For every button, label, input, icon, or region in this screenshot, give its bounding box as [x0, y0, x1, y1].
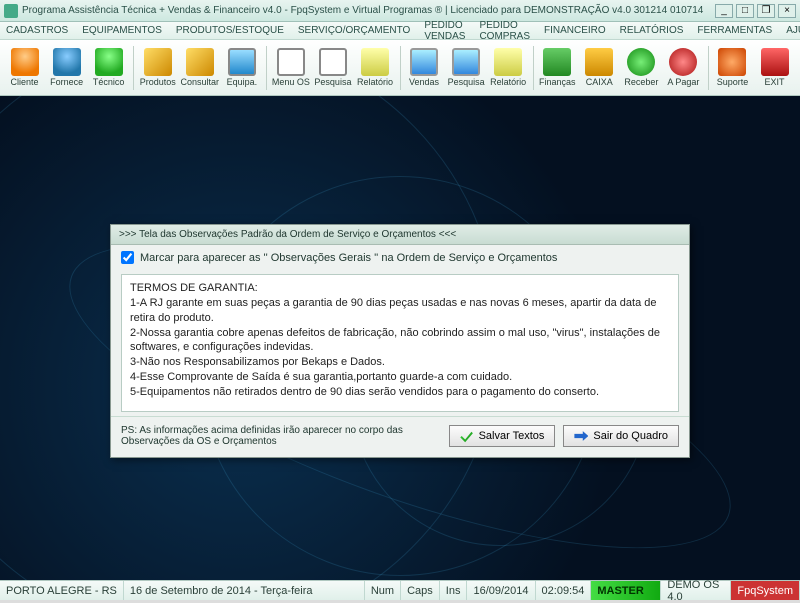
- arrow-right-icon: [574, 429, 588, 443]
- menu-financeiro[interactable]: FINANCEIRO: [544, 25, 606, 36]
- dialog-header: >>> Tela das Observações Padrão da Ordem…: [111, 225, 689, 245]
- menu-ferramentas[interactable]: FERRAMENTAS: [697, 25, 772, 36]
- status-time: 02:09:54: [536, 581, 592, 600]
- check-icon: [460, 429, 474, 443]
- dialog-footer: PS: As informações acima definidas irão …: [111, 416, 689, 457]
- apagar-button[interactable]: A Pagar: [663, 48, 704, 87]
- search-icon: [319, 48, 347, 76]
- checkbox-label: Marcar para aparecer as '' Observações G…: [140, 252, 557, 264]
- status-fpq: FpqSystem: [731, 581, 800, 600]
- exit-button[interactable]: EXIT: [754, 48, 795, 87]
- status-city: PORTO ALEGRE - RS: [0, 581, 124, 600]
- report-icon: [494, 48, 522, 76]
- consultar-button[interactable]: Consultar: [179, 48, 220, 87]
- pesquisa2-button[interactable]: Pesquisa: [446, 48, 487, 87]
- window-buttons: _ □ ❐ ×: [715, 4, 796, 18]
- maximize-button[interactable]: □: [736, 4, 754, 18]
- salvar-textos-button[interactable]: Salvar Textos: [449, 425, 556, 447]
- person-icon: [95, 48, 123, 76]
- separator: [400, 46, 401, 90]
- status-num: Num: [365, 581, 401, 600]
- report-icon: [361, 48, 389, 76]
- observations-textarea[interactable]: TERMOS DE GARANTIA:1-A RJ garante em sua…: [121, 274, 679, 412]
- menu-bar: CADASTROS EQUIPAMENTOS PRODUTOS/ESTOQUE …: [0, 22, 800, 40]
- clipboard-icon: [277, 48, 305, 76]
- separator: [708, 46, 709, 90]
- person-icon: [11, 48, 39, 76]
- observacoes-dialog: >>> Tela das Observações Padrão da Ordem…: [110, 224, 690, 458]
- support-icon: [718, 48, 746, 76]
- produtos-button[interactable]: Produtos: [137, 48, 178, 87]
- tecnico-button[interactable]: Técnico: [88, 48, 129, 87]
- fornece-button[interactable]: Fornece: [46, 48, 87, 87]
- app-icon: [4, 4, 18, 18]
- search-icon: [452, 48, 480, 76]
- status-date: 16/09/2014: [467, 581, 535, 600]
- desktop-area: >>> Tela das Observações Padrão da Ordem…: [0, 96, 800, 580]
- menuos-button[interactable]: Menu OS: [270, 48, 311, 87]
- person-icon: [53, 48, 81, 76]
- receber-button[interactable]: Receber: [621, 48, 662, 87]
- search-icon: [186, 48, 214, 76]
- checkbox-input[interactable]: [121, 251, 134, 264]
- pesquisa-button[interactable]: Pesquisa: [312, 48, 353, 87]
- menu-equipamentos[interactable]: EQUIPAMENTOS: [82, 25, 162, 36]
- menu-ajuda[interactable]: AJUDA: [786, 25, 800, 36]
- money-icon: [543, 48, 571, 76]
- menu-produtos[interactable]: PRODUTOS/ESTOQUE: [176, 25, 284, 36]
- cliente-button[interactable]: Cliente: [4, 48, 45, 87]
- financas-button[interactable]: Finanças: [537, 48, 578, 87]
- monitor-icon: [410, 48, 438, 76]
- status-demo: DEMO OS 4.0: [661, 581, 731, 600]
- relatorio-button[interactable]: Relatório: [354, 48, 395, 87]
- close-button[interactable]: ×: [778, 4, 796, 18]
- menu-vendas[interactable]: PEDIDO VENDAS: [424, 20, 465, 42]
- footer-note: PS: As informações acima definidas irão …: [121, 425, 441, 447]
- menu-servico[interactable]: SERVIÇO/ORÇAMENTO: [298, 25, 410, 36]
- window-title: Programa Assistência Técnica + Vendas & …: [22, 5, 715, 16]
- minimize-button[interactable]: _: [715, 4, 733, 18]
- box-icon: [144, 48, 172, 76]
- monitor-icon: [228, 48, 256, 76]
- title-bar: Programa Assistência Técnica + Vendas & …: [0, 0, 800, 22]
- status-date-long: 16 de Setembro de 2014 - Terça-feira: [124, 581, 365, 600]
- separator: [133, 46, 134, 90]
- separator: [533, 46, 534, 90]
- toolbar: Cliente Fornece Técnico Produtos Consult…: [0, 40, 800, 96]
- menu-relatorios[interactable]: RELATÓRIOS: [620, 25, 684, 36]
- status-ins: Ins: [440, 581, 468, 600]
- status-caps: Caps: [401, 581, 440, 600]
- vendas-button[interactable]: Vendas: [404, 48, 445, 87]
- equipa-button[interactable]: Equipa.: [221, 48, 262, 87]
- dollar-icon: [627, 48, 655, 76]
- restore-button[interactable]: ❐: [757, 4, 775, 18]
- suporte-button[interactable]: Suporte: [712, 48, 753, 87]
- status-master: MASTER: [591, 581, 661, 600]
- separator: [266, 46, 267, 90]
- cash-icon: [585, 48, 613, 76]
- menu-cadastros[interactable]: CADASTROS: [6, 25, 68, 36]
- exit-icon: [761, 48, 789, 76]
- dollar-icon: [669, 48, 697, 76]
- menu-compras[interactable]: PEDIDO COMPRAS: [479, 20, 530, 42]
- show-observations-checkbox[interactable]: Marcar para aparecer as '' Observações G…: [111, 245, 689, 270]
- caixa-button[interactable]: CAIXA: [579, 48, 620, 87]
- sair-quadro-button[interactable]: Sair do Quadro: [563, 425, 679, 447]
- status-bar: PORTO ALEGRE - RS 16 de Setembro de 2014…: [0, 580, 800, 600]
- relatorio2-button[interactable]: Relatório: [488, 48, 529, 87]
